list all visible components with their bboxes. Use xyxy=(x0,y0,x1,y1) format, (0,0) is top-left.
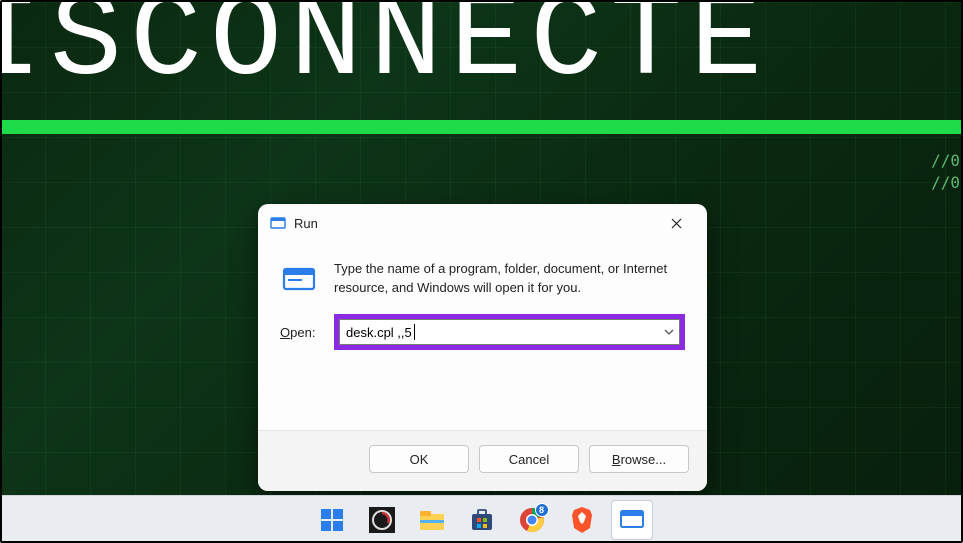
titlebar[interactable]: Run xyxy=(258,204,707,242)
browse-button[interactable]: Browse... xyxy=(589,445,689,473)
start-button[interactable] xyxy=(311,500,353,540)
close-button[interactable] xyxy=(655,208,697,238)
open-input[interactable] xyxy=(340,320,679,344)
brave-icon xyxy=(568,506,596,534)
open-label: Open: xyxy=(280,325,322,340)
taskbar-app-brave[interactable] xyxy=(561,500,603,540)
taskbar: 8 xyxy=(0,495,963,543)
run-dialog: Run Type the name of a program, folder, … xyxy=(258,204,707,491)
obs-icon xyxy=(368,506,396,534)
text-cursor xyxy=(414,324,415,340)
dialog-button-row: OK Cancel Browse... xyxy=(258,430,707,491)
run-icon xyxy=(270,215,286,231)
taskbar-app-explorer[interactable] xyxy=(411,500,453,540)
ok-button[interactable]: OK xyxy=(369,445,469,473)
taskbar-app-store[interactable] xyxy=(461,500,503,540)
input-highlight-border xyxy=(334,314,685,350)
windows-logo-icon xyxy=(318,506,346,534)
desktop: ISCONNECTE //0 //0 Run xyxy=(0,0,963,543)
chrome-icon: 8 xyxy=(518,506,546,534)
chrome-badge: 8 xyxy=(535,503,549,517)
ms-store-icon xyxy=(468,506,496,534)
wallpaper-side-code: //0 //0 xyxy=(931,150,960,195)
taskbar-app-obs[interactable] xyxy=(361,500,403,540)
run-taskbar-icon xyxy=(618,506,646,534)
cancel-button[interactable]: Cancel xyxy=(479,445,579,473)
dialog-body: Type the name of a program, folder, docu… xyxy=(258,242,707,308)
run-large-icon xyxy=(280,260,318,298)
side-code-line: //0 xyxy=(931,150,960,172)
open-combobox[interactable] xyxy=(339,319,680,345)
dialog-description: Type the name of a program, folder, docu… xyxy=(334,260,685,298)
wallpaper-banner-text: ISCONNECTE xyxy=(0,0,963,102)
taskbar-app-chrome[interactable]: 8 xyxy=(511,500,553,540)
open-row: Open: xyxy=(258,308,707,358)
taskbar-app-run[interactable] xyxy=(611,500,653,540)
dialog-title: Run xyxy=(294,216,655,231)
file-explorer-icon xyxy=(418,506,446,534)
side-code-line: //0 xyxy=(931,172,960,194)
wallpaper-green-bar xyxy=(0,120,963,134)
